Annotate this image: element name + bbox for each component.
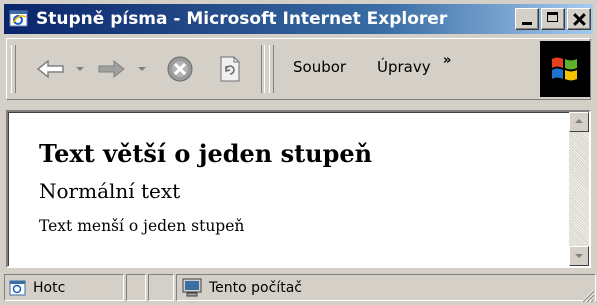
status-panel-security (148, 274, 174, 301)
text-bigger: Text větší o jeden stupeň (39, 139, 373, 168)
menu-upravy[interactable]: Úpravy (377, 58, 431, 76)
status-text: Hotc (33, 279, 66, 296)
maximize-button[interactable] (541, 8, 565, 30)
refresh-button[interactable] (213, 53, 247, 85)
stop-icon (167, 56, 193, 82)
back-arrow-icon (36, 59, 64, 79)
stop-button[interactable] (163, 53, 197, 85)
forward-arrow-icon (98, 59, 125, 79)
forward-button[interactable] (93, 53, 129, 85)
windows-logo (540, 41, 590, 97)
toolbar: Soubor Úpravy » (6, 38, 591, 100)
zone-text: Tento počítač (209, 279, 302, 296)
resize-grip-icon[interactable] (579, 287, 595, 303)
dropdown-arrow-icon (138, 67, 146, 71)
document-view: Text větší o jeden stupeň Normální text … (8, 112, 569, 266)
status-panel-zone: Tento počítač (176, 274, 596, 301)
vertical-scrollbar[interactable] (569, 112, 589, 266)
scroll-up-button[interactable] (569, 112, 589, 132)
status-panel-main: Hotc (4, 274, 124, 301)
status-bar: Hotc Tento počítač (0, 270, 597, 305)
menu-upravy-label: Úpravy (377, 58, 431, 76)
text-smaller: Text menší o jeden stupeň (39, 217, 245, 235)
browser-window: Stupně písma - Microsoft Internet Explor… (0, 0, 597, 305)
dropdown-arrow-icon (76, 67, 84, 71)
menu-soubor[interactable]: Soubor (293, 58, 346, 76)
page-content: Text větší o jeden stupeň Normální text … (6, 110, 591, 268)
menu-soubor-label: Soubor (293, 58, 347, 76)
windows-logo-icon (552, 57, 577, 81)
title-bar[interactable]: Stupně písma - Microsoft Internet Explor… (4, 4, 593, 34)
status-panel-progress (126, 274, 146, 301)
back-button[interactable] (33, 53, 69, 85)
back-dropdown-button[interactable] (73, 53, 87, 85)
menu-grip[interactable] (269, 45, 274, 93)
scroll-down-button[interactable] (569, 246, 589, 266)
refresh-icon (220, 56, 240, 82)
menu-overflow-chevron[interactable]: » (443, 53, 451, 68)
page-icon (9, 279, 27, 297)
toolbar-separator (261, 45, 265, 93)
window-title: Stupně písma - Microsoft Internet Explor… (36, 9, 448, 29)
minimize-button[interactable] (515, 8, 539, 30)
internet-explorer-icon[interactable] (8, 8, 30, 30)
close-button[interactable] (567, 8, 591, 30)
computer-icon (181, 278, 203, 298)
text-normal: Normální text (39, 179, 181, 203)
toolbar-grip[interactable] (11, 45, 16, 93)
forward-dropdown-button[interactable] (135, 53, 149, 85)
window-controls (513, 8, 591, 30)
